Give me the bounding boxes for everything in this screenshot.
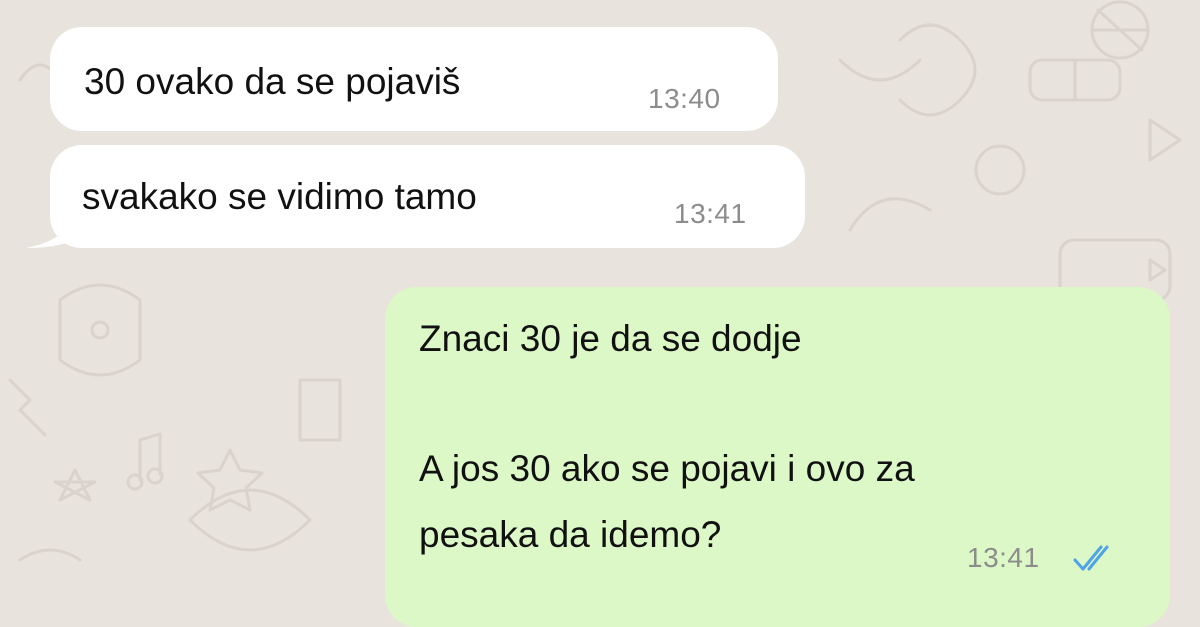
message-bubble-incoming[interactable]: 30 ovako da se pojaviš 13:40 bbox=[50, 27, 778, 131]
message-text: svakako se vidimo tamo bbox=[82, 176, 477, 217]
message-line: pesaka da idemo? bbox=[419, 514, 722, 555]
message-bubble-incoming[interactable]: svakako se vidimo tamo 13:41 bbox=[50, 145, 805, 248]
message-timestamp: 13:41 bbox=[967, 542, 1040, 573]
double-check-icon bbox=[1073, 545, 1109, 571]
message-line: A jos 30 ako se pojavi i ovo za bbox=[419, 448, 915, 489]
message-text: 30 ovako da se pojaviš bbox=[84, 61, 461, 102]
message-timestamp: 13:41 bbox=[674, 198, 747, 229]
message-timestamp: 13:40 bbox=[648, 83, 721, 114]
message-bubble-outgoing[interactable]: Znaci 30 je da se dodje A jos 30 ako se … bbox=[385, 287, 1170, 627]
message-line: Znaci 30 je da se dodje bbox=[419, 318, 802, 359]
